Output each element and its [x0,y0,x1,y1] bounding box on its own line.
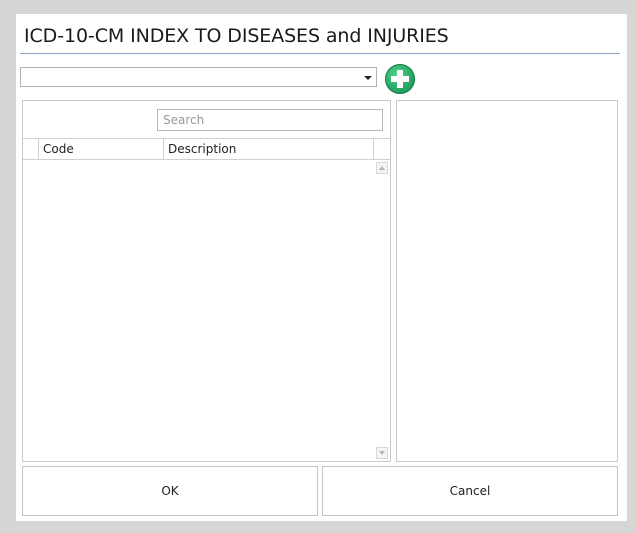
arrow-up-icon [379,166,385,170]
add-button[interactable] [385,64,415,94]
cancel-button[interactable]: Cancel [322,466,618,516]
scroll-up-button[interactable] [376,162,388,174]
vertical-scrollbar[interactable] [374,160,390,461]
index-dropdown[interactable] [20,67,377,87]
title-divider [20,53,620,54]
row-indicator-header [23,139,39,159]
grid-header: Code Description [23,138,390,160]
ok-button[interactable]: OK [22,466,318,516]
search-input[interactable] [157,109,383,131]
column-header-code[interactable]: Code [39,139,164,159]
arrow-down-icon [379,451,385,455]
column-header-description[interactable]: Description [164,139,374,159]
dialog-window: ICD-10-CM INDEX TO DISEASES and INJURIES… [16,14,627,521]
code-list-panel: Code Description [22,100,391,462]
chevron-down-icon[interactable] [364,76,372,80]
scroll-down-button[interactable] [376,447,388,459]
dialog-title: ICD-10-CM INDEX TO DISEASES and INJURIES [24,25,449,47]
detail-panel [396,100,618,462]
